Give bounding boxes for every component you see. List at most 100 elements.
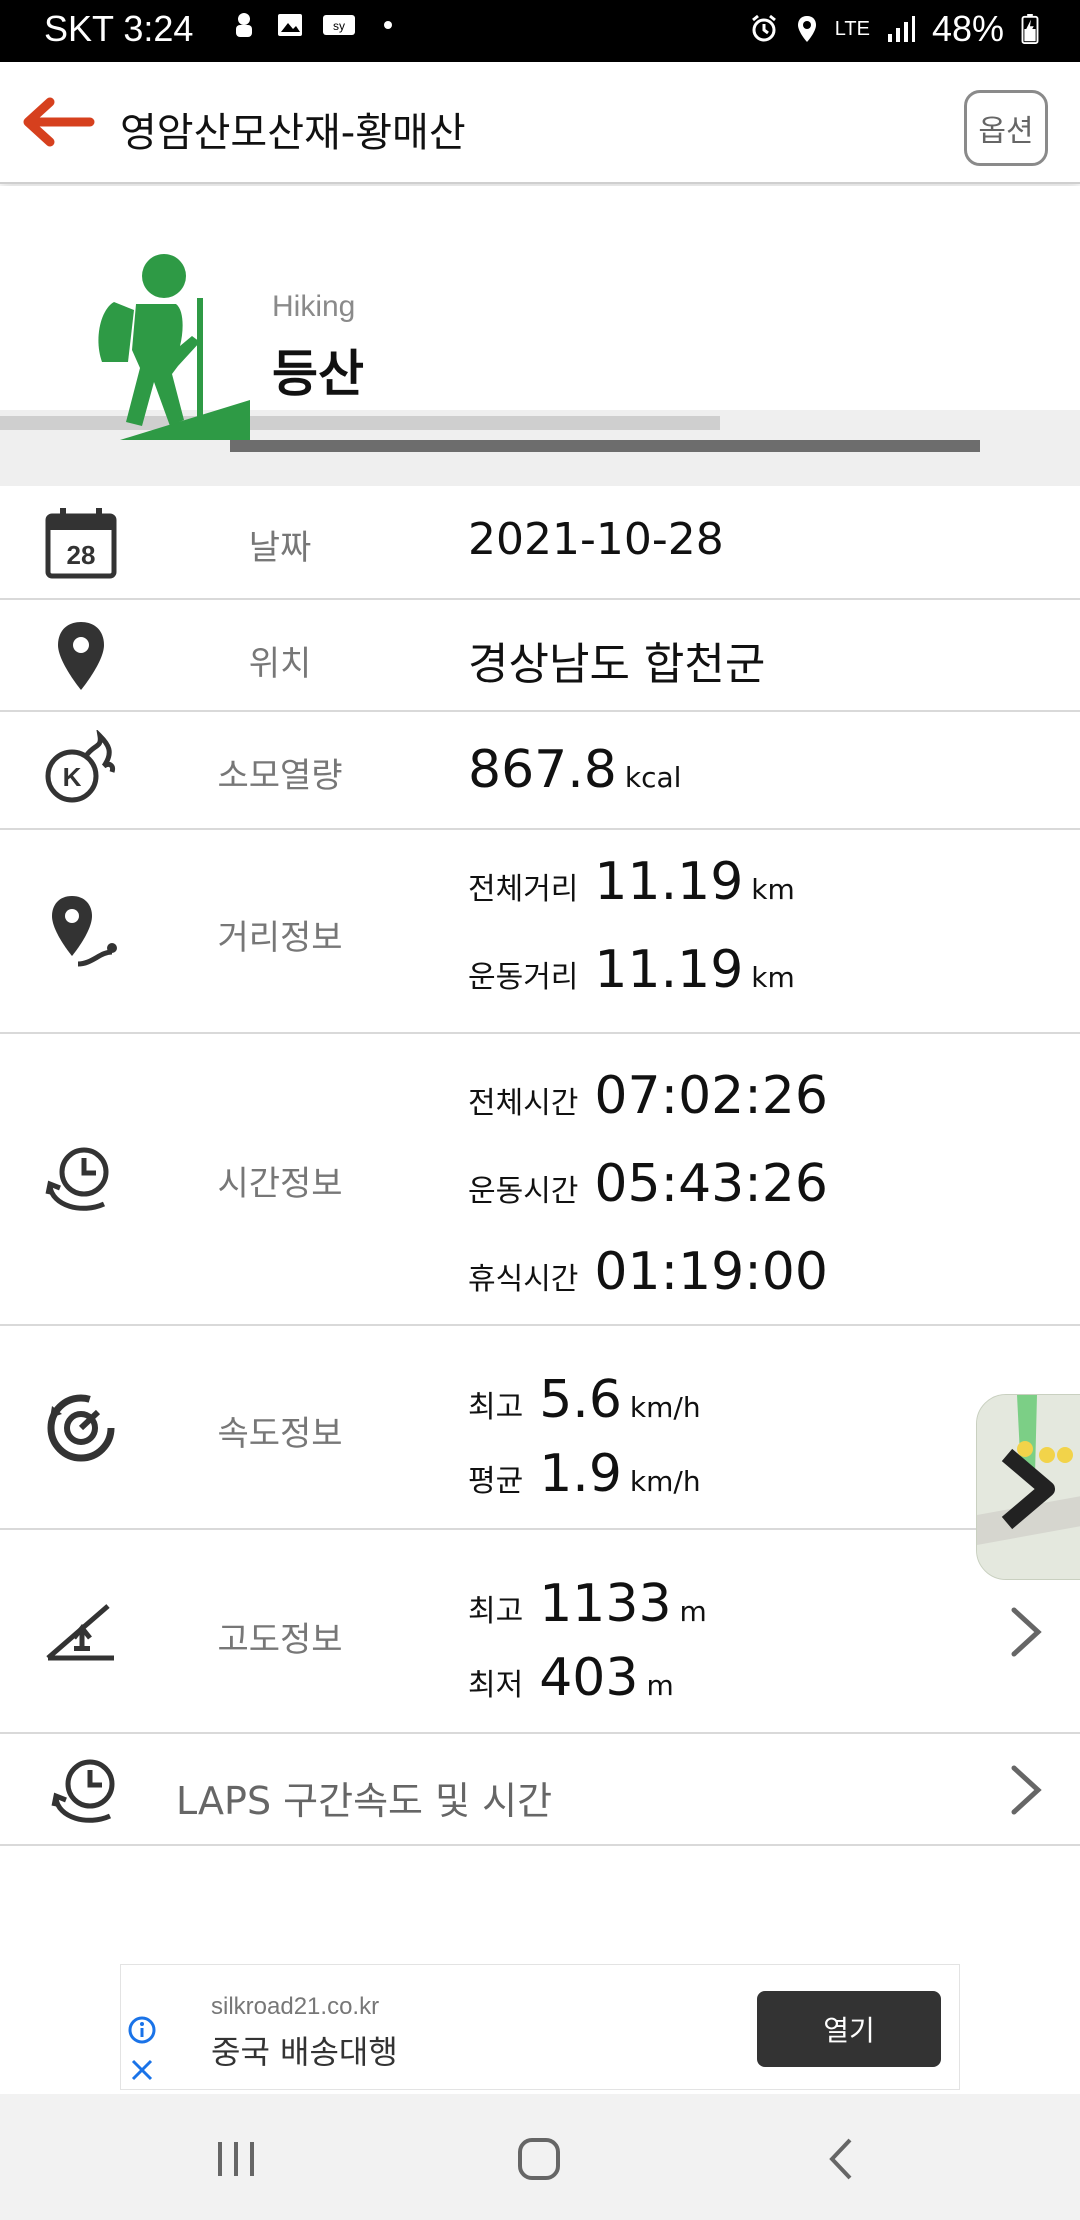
- time-move-label: 운동시간: [468, 1174, 579, 1209]
- home-icon[interactable]: [508, 2134, 568, 2184]
- status-bar: SKT 3:24 sy LTE 48%: [0, 0, 1080, 62]
- summary-list: 28 날짜 2021-10-28 위치 경상남도 합천군 K 소모열량 867.…: [0, 486, 1080, 1846]
- time-total-value: 07:02:26: [594, 1066, 828, 1126]
- calories-row: K 소모열량 867.8 kcal: [0, 712, 1080, 830]
- speed-max-value: 5.6: [539, 1370, 622, 1430]
- option-button[interactable]: 옵션: [964, 90, 1048, 166]
- svg-text:sy: sy: [333, 19, 345, 33]
- speed-max-label: 최고: [468, 1390, 524, 1425]
- distance-total-label: 전체거리: [468, 872, 579, 907]
- network-type: LTE: [834, 18, 870, 40]
- chevron-right-icon[interactable]: [1008, 1604, 1044, 1660]
- location-label: 위치: [248, 644, 312, 684]
- calories-label: 소모열량: [217, 756, 343, 796]
- distance-total-unit: km: [751, 873, 795, 906]
- time-move-value: 05:43:26: [594, 1154, 828, 1214]
- gallery-icon: [278, 14, 302, 36]
- signal-icon: [887, 16, 915, 42]
- altitude-min-line: 최저 403 m: [468, 1648, 674, 1708]
- svg-text:28: 28: [67, 540, 96, 570]
- recent-apps-icon[interactable]: [206, 2134, 266, 2184]
- altitude-max-line: 최고 1133 m: [468, 1574, 707, 1634]
- laps-label: LAPS 구간속도 및 시간: [176, 1779, 553, 1823]
- map-preview-icon: [977, 1395, 1080, 1579]
- page-title: 영암산모산재-황매산: [120, 110, 466, 156]
- date-label: 날짜: [248, 528, 312, 568]
- notification-icons: sy: [230, 10, 402, 40]
- close-icon[interactable]: [127, 2055, 157, 2085]
- calories-value: 867.8: [468, 740, 617, 800]
- speed-max-unit: km/h: [629, 1391, 701, 1424]
- sy-app-icon: sy: [323, 15, 355, 35]
- altitude-row[interactable]: 고도정보 최고 1133 m 최저 403 m: [0, 1530, 1080, 1734]
- ad-headline: 중국 배송대행: [211, 2033, 398, 2071]
- laps-clock-icon: [51, 1759, 115, 1823]
- back-arrow-icon[interactable]: [20, 90, 96, 154]
- alarm-icon: [751, 14, 776, 42]
- decor-stripe: [230, 440, 980, 452]
- battery-percent: 48%: [931, 8, 1004, 49]
- altitude-slope-icon: [46, 1604, 114, 1661]
- distance-pin-icon: [52, 896, 117, 967]
- altitude-max-unit: m: [679, 1595, 707, 1628]
- calorie-fire-icon: K: [45, 730, 115, 803]
- activity-header: Hiking 등산: [0, 186, 1080, 486]
- time-rest-label: 휴식시간: [468, 1262, 579, 1297]
- activity-sub-label: Hiking: [272, 290, 356, 323]
- time-rest-value: 01:19:00: [594, 1242, 828, 1302]
- time-move-line: 운동시간 05:43:26: [468, 1154, 828, 1214]
- clock-cycle-icon: [45, 1147, 109, 1211]
- altitude-min-unit: m: [646, 1669, 674, 1702]
- date-row: 28 날짜 2021-10-28: [0, 486, 1080, 600]
- laps-row[interactable]: LAPS 구간속도 및 시간: [0, 1734, 1080, 1846]
- location-row: 위치 경상남도 합천군: [0, 600, 1080, 712]
- app-bar: 영암산모산재-황매산 옵션: [0, 62, 1080, 184]
- distance-move-value: 11.19: [594, 940, 744, 1000]
- speed-avg-value: 1.9: [539, 1444, 622, 1504]
- time-row: 시간정보 전체시간 07:02:26 운동시간 05:43:26 휴식시간 01…: [0, 1034, 1080, 1326]
- speed-avg-line: 평균 1.9 km/h: [468, 1444, 701, 1504]
- distance-move-unit: km: [751, 961, 795, 994]
- distance-move-label: 운동거리: [468, 960, 579, 995]
- system-icons: LTE 48%: [749, 8, 1040, 50]
- speed-avg-label: 평균: [468, 1464, 524, 1499]
- location-value: 경상남도 합천군: [468, 639, 766, 690]
- date-value: 2021-10-28: [468, 514, 724, 565]
- time-rest-line: 휴식시간 01:19:00: [468, 1242, 828, 1302]
- distance-total-line: 전체거리 11.19 km: [468, 852, 795, 912]
- distance-row: 거리정보 전체거리 11.19 km 운동거리 11.19 km: [0, 830, 1080, 1034]
- time-label: 시간정보: [217, 1164, 343, 1204]
- speedometer-icon: [47, 1394, 115, 1462]
- speed-row[interactable]: 속도정보 최고 5.6 km/h 평균 1.9 km/h: [0, 1326, 1080, 1530]
- altitude-min-value: 403: [539, 1648, 639, 1708]
- ad-domain: silkroad21.co.kr: [211, 1993, 380, 2020]
- activity-name: 등산: [272, 345, 364, 403]
- altitude-max-value: 1133: [539, 1574, 672, 1634]
- location-icon: [797, 16, 816, 42]
- map-pin-icon: [58, 622, 104, 690]
- notification-app-icon: [236, 13, 252, 37]
- ad-banner[interactable]: silkroad21.co.kr 중국 배송대행 열기: [120, 1964, 960, 2090]
- map-thumbnail-tab[interactable]: [976, 1394, 1080, 1580]
- speed-label: 속도정보: [217, 1414, 343, 1454]
- time-total-line: 전체시간 07:02:26: [468, 1066, 828, 1126]
- ad-open-button[interactable]: 열기: [757, 1991, 941, 2067]
- calories-line: 867.8 kcal: [468, 740, 681, 800]
- hiker-icon: [98, 254, 250, 440]
- calendar-icon: 28: [45, 508, 117, 579]
- altitude-max-label: 최고: [468, 1594, 524, 1629]
- time-total-label: 전체시간: [468, 1086, 579, 1121]
- distance-move-line: 운동거리 11.19 km: [468, 940, 795, 1000]
- speed-max-line: 최고 5.6 km/h: [468, 1370, 701, 1430]
- more-dot-icon: [384, 21, 392, 29]
- status-time: SKT 3:24: [44, 8, 194, 49]
- altitude-min-label: 최저: [468, 1668, 524, 1703]
- svg-text:K: K: [63, 762, 82, 792]
- info-icon[interactable]: [127, 2015, 157, 2045]
- distance-total-value: 11.19: [594, 852, 744, 912]
- battery-charging-icon: [1021, 14, 1039, 44]
- calories-unit: kcal: [624, 761, 682, 794]
- chevron-right-icon[interactable]: [1008, 1762, 1044, 1818]
- system-back-icon[interactable]: [812, 2134, 872, 2184]
- altitude-label: 고도정보: [217, 1620, 343, 1660]
